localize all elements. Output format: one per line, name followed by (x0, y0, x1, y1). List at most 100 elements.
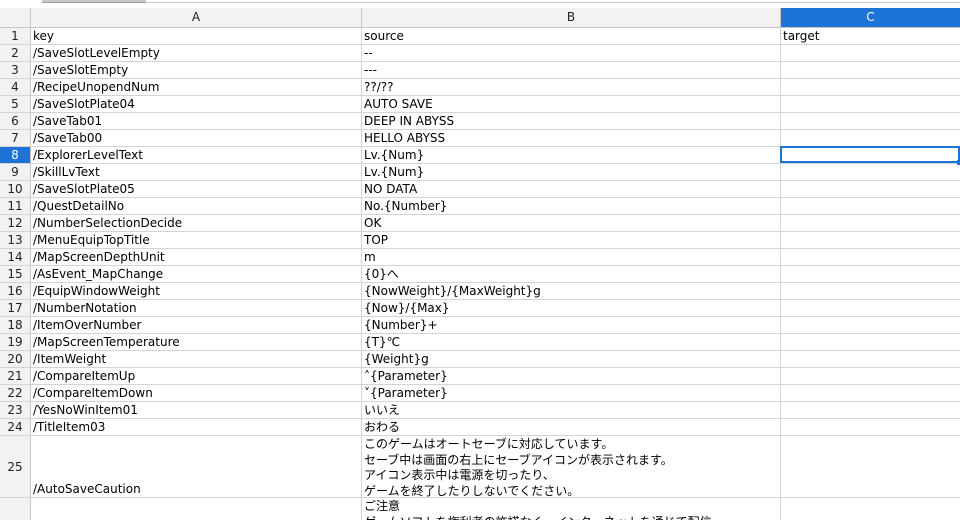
row-header[interactable]: 5 (0, 96, 31, 112)
cell-a[interactable]: /SaveSlotPlate04 (31, 96, 362, 112)
cell-c[interactable] (781, 498, 960, 520)
row-header[interactable]: 23 (0, 402, 31, 418)
cell-c[interactable] (781, 113, 960, 129)
row-header[interactable]: 3 (0, 62, 31, 78)
cell-c[interactable] (781, 334, 960, 350)
cell-a[interactable]: /MapScreenDepthUnit (31, 249, 362, 265)
cell-b[interactable]: AUTO SAVE (362, 96, 781, 112)
cell-c[interactable] (781, 300, 960, 316)
row-header[interactable]: 16 (0, 283, 31, 299)
row-header[interactable]: 14 (0, 249, 31, 265)
row-header[interactable]: 22 (0, 385, 31, 401)
cell-b[interactable]: Lv.{Num} (362, 164, 781, 180)
cell-b[interactable]: Lv.{Num} (362, 147, 781, 163)
cell-a[interactable]: /TitleItem03 (31, 419, 362, 435)
cell-b[interactable]: ˅{Parameter} (362, 385, 781, 401)
cell-a[interactable]: /QuestDetailNo (31, 198, 362, 214)
cell-a[interactable]: key (31, 28, 362, 44)
cell-b[interactable]: {T}℃ (362, 334, 781, 350)
cell-b[interactable]: NO DATA (362, 181, 781, 197)
cell-a[interactable]: /NumberNotation (31, 300, 362, 316)
cell-c[interactable] (781, 283, 960, 299)
cell-c[interactable] (781, 266, 960, 282)
row-header[interactable]: 18 (0, 317, 31, 333)
cell-b[interactable]: m (362, 249, 781, 265)
cell-c[interactable] (781, 436, 960, 497)
cell-b[interactable]: -- (362, 45, 781, 61)
row-header[interactable]: 10 (0, 181, 31, 197)
row-header[interactable]: 11 (0, 198, 31, 214)
row-header[interactable]: 1 (0, 28, 31, 44)
row-header[interactable]: 17 (0, 300, 31, 316)
row-header[interactable]: 24 (0, 419, 31, 435)
cell-c[interactable] (781, 79, 960, 95)
row-header[interactable]: 8 (0, 147, 31, 163)
cell-b[interactable]: おわる (362, 419, 781, 435)
cell-a[interactable]: /MenuEquipTopTitle (31, 232, 362, 248)
cell-a[interactable]: /CompareItemUp (31, 368, 362, 384)
cell-b[interactable]: HELLO ABYSS (362, 130, 781, 146)
row-header[interactable]: 6 (0, 113, 31, 129)
cell-b[interactable]: {Number}+ (362, 317, 781, 333)
cell-b[interactable]: TOP (362, 232, 781, 248)
cell-a[interactable]: /SkillLvText (31, 164, 362, 180)
row-header[interactable]: 12 (0, 215, 31, 231)
cell-a[interactable]: /YesNoWinItem01 (31, 402, 362, 418)
cell-a[interactable]: /CompareItemDown (31, 385, 362, 401)
cell-a[interactable]: /ExplorerLevelText (31, 147, 362, 163)
cell-a[interactable]: /MapScreenTemperature (31, 334, 362, 350)
cell-c[interactable] (781, 96, 960, 112)
row-header[interactable]: 15 (0, 266, 31, 282)
cell-c[interactable] (781, 45, 960, 61)
cell-a[interactable]: /SaveSlotLevelEmpty (31, 45, 362, 61)
cell-b[interactable]: このゲームはオートセーブに対応しています。 セーブ中は画面の右上にセーブアイコン… (362, 436, 781, 497)
cell-a[interactable]: /SaveTab01 (31, 113, 362, 129)
cell-a[interactable]: /RecipeUnopendNum (31, 79, 362, 95)
row-header[interactable]: 2 (0, 45, 31, 61)
cell-a[interactable]: /AsEvent_MapChange (31, 266, 362, 282)
cell-c[interactable] (781, 385, 960, 401)
cell-c[interactable] (781, 232, 960, 248)
cell-a[interactable]: /SaveSlotEmpty (31, 62, 362, 78)
cell-c[interactable] (781, 181, 960, 197)
cell-b[interactable]: --- (362, 62, 781, 78)
cell-a[interactable] (31, 498, 362, 520)
cell-b[interactable]: {NowWeight}/{MaxWeight}g (362, 283, 781, 299)
row-header[interactable]: 13 (0, 232, 31, 248)
cell-b[interactable]: {Now}/{Max} (362, 300, 781, 316)
row-header[interactable]: 9 (0, 164, 31, 180)
row-header[interactable]: 20 (0, 351, 31, 367)
cell-b[interactable]: DEEP IN ABYSS (362, 113, 781, 129)
cell-b[interactable]: source (362, 28, 781, 44)
cell-b[interactable]: No.{Number} (362, 198, 781, 214)
cell-a[interactable]: /SaveTab00 (31, 130, 362, 146)
cell-c[interactable] (781, 130, 960, 146)
cell-c[interactable] (781, 249, 960, 265)
cell-c[interactable] (781, 402, 960, 418)
cell-b[interactable]: ??/?? (362, 79, 781, 95)
cell-b[interactable]: ご注意 ゲームソフトを権利者の許諾なく、インターネットを通じて配信 (362, 498, 781, 520)
cell-c[interactable] (781, 215, 960, 231)
cell-a[interactable]: /ItemOverNumber (31, 317, 362, 333)
cell-a[interactable]: /NumberSelectionDecide (31, 215, 362, 231)
cell-c[interactable] (781, 198, 960, 214)
cell-b[interactable]: いいえ (362, 402, 781, 418)
row-header[interactable]: 19 (0, 334, 31, 350)
column-header-c[interactable]: C (781, 8, 960, 27)
column-header-b[interactable]: B (362, 8, 781, 27)
row-header[interactable] (0, 498, 31, 520)
select-all-corner[interactable] (0, 8, 31, 27)
cell-a[interactable]: /ItemWeight (31, 351, 362, 367)
cell-b[interactable]: {0}へ (362, 266, 781, 282)
cell-a[interactable]: /AutoSaveCaution (31, 436, 362, 497)
sheet-tab[interactable] (42, 0, 146, 3)
cell-c[interactable] (781, 368, 960, 384)
row-header[interactable]: 7 (0, 130, 31, 146)
cell-c[interactable]: target (781, 28, 960, 44)
cell-b[interactable]: ˄{Parameter} (362, 368, 781, 384)
cell-b[interactable]: OK (362, 215, 781, 231)
cell-c[interactable] (781, 317, 960, 333)
cell-c[interactable] (781, 62, 960, 78)
row-header[interactable]: 25 (0, 436, 31, 497)
column-header-a[interactable]: A (31, 8, 362, 27)
